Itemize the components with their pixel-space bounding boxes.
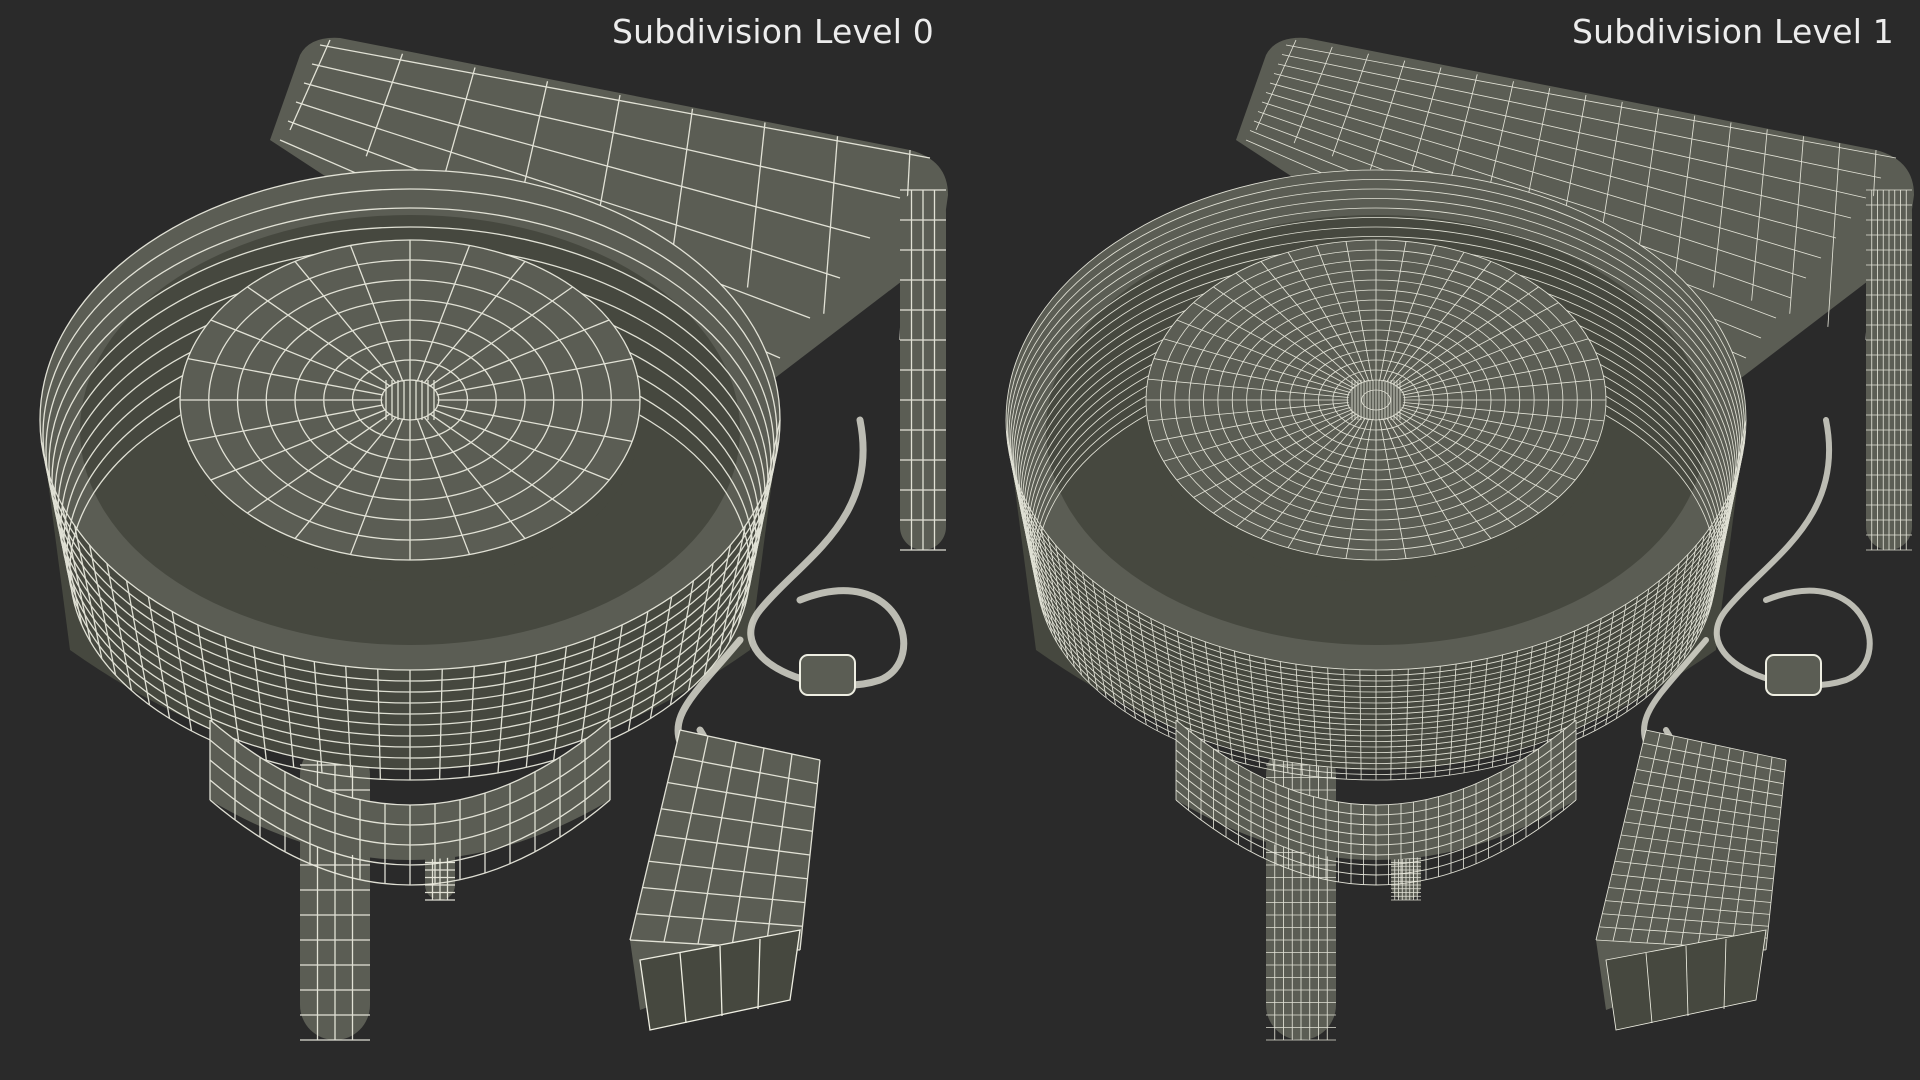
foot-pedal [629,729,821,1031]
pottery-wheel-wireframe-render [39,37,948,1041]
foot-pedal [1595,729,1787,1031]
panel-subdivision-1: Subdivision Level 1 [960,0,1920,1080]
subdivision-label: Subdivision Level 1 [1572,12,1894,51]
right-back-leg [1866,189,1912,551]
power-plug [799,654,856,696]
wheel-head [1145,239,1607,582]
pottery-wheel-wireframe-render [1005,37,1914,1041]
wheel-head-wires [179,239,641,561]
render-stage: Subdivision Level 0 Subdivision Level 1 [0,0,1920,1080]
panel-subdivision-0: Subdivision Level 0 [0,0,960,1080]
subdivision-label: Subdivision Level 0 [612,12,934,51]
wheel-head [179,239,641,582]
wheel-head-wires [1145,239,1607,561]
right-back-leg [900,189,946,551]
power-plug [1765,654,1822,696]
